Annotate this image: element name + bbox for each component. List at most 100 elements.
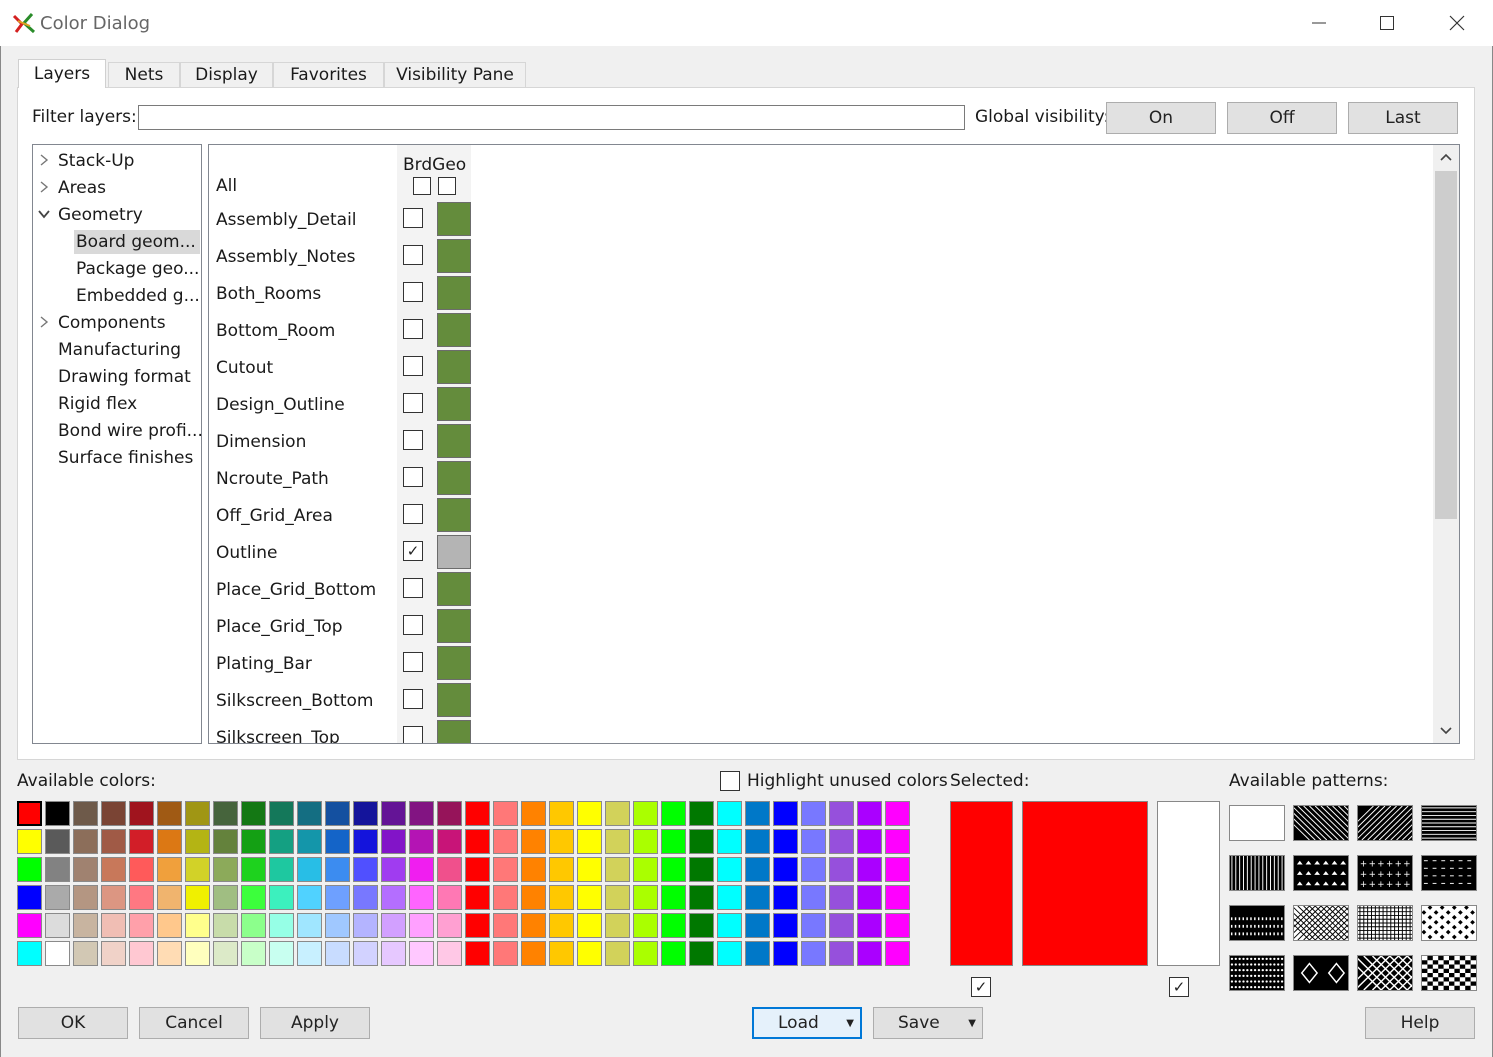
layer-color-swatch[interactable]	[437, 683, 471, 717]
palette-color-cell[interactable]	[773, 885, 798, 910]
tree-item[interactable]: Manufacturing	[58, 340, 181, 360]
palette-color-cell[interactable]	[437, 857, 462, 882]
pattern-solid-white[interactable]	[1229, 805, 1285, 841]
palette-color-cell[interactable]	[493, 829, 518, 854]
tab-layers[interactable]: Layers	[18, 59, 106, 88]
palette-color-cell[interactable]	[101, 829, 126, 854]
minimize-button[interactable]	[1296, 8, 1342, 38]
layer-color-swatch[interactable]	[437, 720, 471, 743]
palette-color-cell[interactable]	[745, 857, 770, 882]
pattern-crosshatch-diag[interactable]	[1274, 905, 1385, 941]
palette-color-cell[interactable]	[521, 829, 546, 854]
palette-color-cell[interactable]	[45, 941, 70, 966]
palette-color-cell[interactable]	[297, 829, 322, 854]
palette-color-cell[interactable]	[857, 885, 882, 910]
palette-color-cell[interactable]	[129, 885, 154, 910]
all-color-checkbox[interactable]	[438, 177, 456, 195]
palette-color-cell[interactable]	[689, 885, 714, 910]
palette-color-cell[interactable]	[213, 829, 238, 854]
palette-color-cell[interactable]	[129, 829, 154, 854]
palette-color-cell[interactable]	[521, 801, 546, 826]
palette-color-cell[interactable]	[17, 857, 42, 882]
pattern-diamond[interactable]	[1293, 955, 1349, 991]
palette-color-cell[interactable]	[717, 885, 742, 910]
palette-color-cell[interactable]	[689, 829, 714, 854]
tree-item[interactable]: Embedded g...	[76, 286, 200, 306]
palette-color-cell[interactable]	[241, 801, 266, 826]
layer-color-swatch[interactable]	[437, 276, 471, 310]
cancel-button[interactable]: Cancel	[139, 1007, 249, 1039]
palette-color-cell[interactable]	[577, 913, 602, 938]
palette-color-cell[interactable]	[409, 801, 434, 826]
palette-color-cell[interactable]	[73, 857, 98, 882]
palette-color-cell[interactable]	[745, 829, 770, 854]
global-on-button[interactable]: On	[1106, 102, 1216, 134]
save-button[interactable]: Save ▼	[873, 1007, 983, 1039]
ok-button[interactable]: OK	[18, 1007, 128, 1039]
pattern-dots-fine[interactable]	[1229, 955, 1285, 991]
palette-color-cell[interactable]	[241, 941, 266, 966]
palette-color-cell[interactable]	[381, 857, 406, 882]
layer-visibility-checkbox[interactable]	[403, 282, 423, 302]
palette-color-cell[interactable]	[185, 885, 210, 910]
palette-color-cell[interactable]	[605, 829, 630, 854]
palette-color-cell[interactable]	[185, 857, 210, 882]
palette-color-cell[interactable]	[885, 913, 910, 938]
palette-color-cell[interactable]	[605, 857, 630, 882]
tree-item[interactable]: Surface finishes	[58, 448, 193, 468]
palette-color-cell[interactable]	[353, 885, 378, 910]
palette-color-cell[interactable]	[549, 829, 574, 854]
palette-color-cell[interactable]	[689, 941, 714, 966]
palette-color-cell[interactable]	[297, 913, 322, 938]
palette-color-cell[interactable]	[465, 941, 490, 966]
palette-color-cell[interactable]	[213, 941, 238, 966]
palette-color-cell[interactable]	[269, 913, 294, 938]
tree-item[interactable]: Areas	[58, 178, 106, 198]
palette-color-cell[interactable]	[605, 885, 630, 910]
palette-color-cell[interactable]	[605, 913, 630, 938]
palette-color-cell[interactable]	[661, 857, 686, 882]
palette-color-cell[interactable]	[73, 829, 98, 854]
palette-color-cell[interactable]	[857, 857, 882, 882]
palette-color-cell[interactable]	[269, 857, 294, 882]
palette-color-cell[interactable]	[773, 829, 798, 854]
palette-color-cell[interactable]	[829, 885, 854, 910]
pattern-diag-fwd[interactable]	[1338, 805, 1449, 841]
palette-color-cell[interactable]	[549, 801, 574, 826]
palette-color-cell[interactable]	[577, 829, 602, 854]
pattern-diamond-grid[interactable]	[1345, 955, 1443, 991]
palette-color-cell[interactable]	[269, 829, 294, 854]
palette-color-cell[interactable]	[829, 913, 854, 938]
palette-color-cell[interactable]	[773, 941, 798, 966]
palette-color-cell[interactable]	[17, 829, 42, 854]
palette-color-cell[interactable]	[325, 941, 350, 966]
palette-color-cell[interactable]	[717, 941, 742, 966]
palette-color-cell[interactable]	[157, 885, 182, 910]
palette-color-cell[interactable]	[521, 913, 546, 938]
maximize-button[interactable]	[1364, 8, 1410, 38]
palette-color-cell[interactable]	[269, 801, 294, 826]
layer-category-tree[interactable]: Stack-Up Areas Geometry Board geom... Packag…	[32, 144, 203, 744]
palette-color-cell[interactable]	[101, 801, 126, 826]
pattern-horizontal[interactable]	[1421, 805, 1477, 841]
palette-color-cell[interactable]	[885, 829, 910, 854]
palette-color-cell[interactable]	[465, 801, 490, 826]
palette-color-cell[interactable]	[381, 801, 406, 826]
palette-color-cell[interactable]	[325, 801, 350, 826]
palette-color-cell[interactable]	[101, 941, 126, 966]
palette-color-cell[interactable]	[857, 801, 882, 826]
load-button[interactable]: Load ▼	[752, 1007, 862, 1039]
layer-color-swatch[interactable]	[437, 313, 471, 347]
palette-color-cell[interactable]	[157, 941, 182, 966]
global-last-button[interactable]: Last	[1348, 102, 1458, 134]
palette-color-cell[interactable]	[689, 801, 714, 826]
palette-color-cell[interactable]	[381, 913, 406, 938]
layer-visibility-checkbox[interactable]	[403, 467, 423, 487]
palette-color-cell[interactable]	[549, 857, 574, 882]
palette-color-cell[interactable]	[297, 941, 322, 966]
palette-color-cell[interactable]	[885, 885, 910, 910]
palette-color-cell[interactable]	[213, 885, 238, 910]
scrollbar-thumb[interactable]	[1435, 171, 1457, 519]
palette-color-cell[interactable]	[381, 885, 406, 910]
palette-color-cell[interactable]	[633, 941, 658, 966]
